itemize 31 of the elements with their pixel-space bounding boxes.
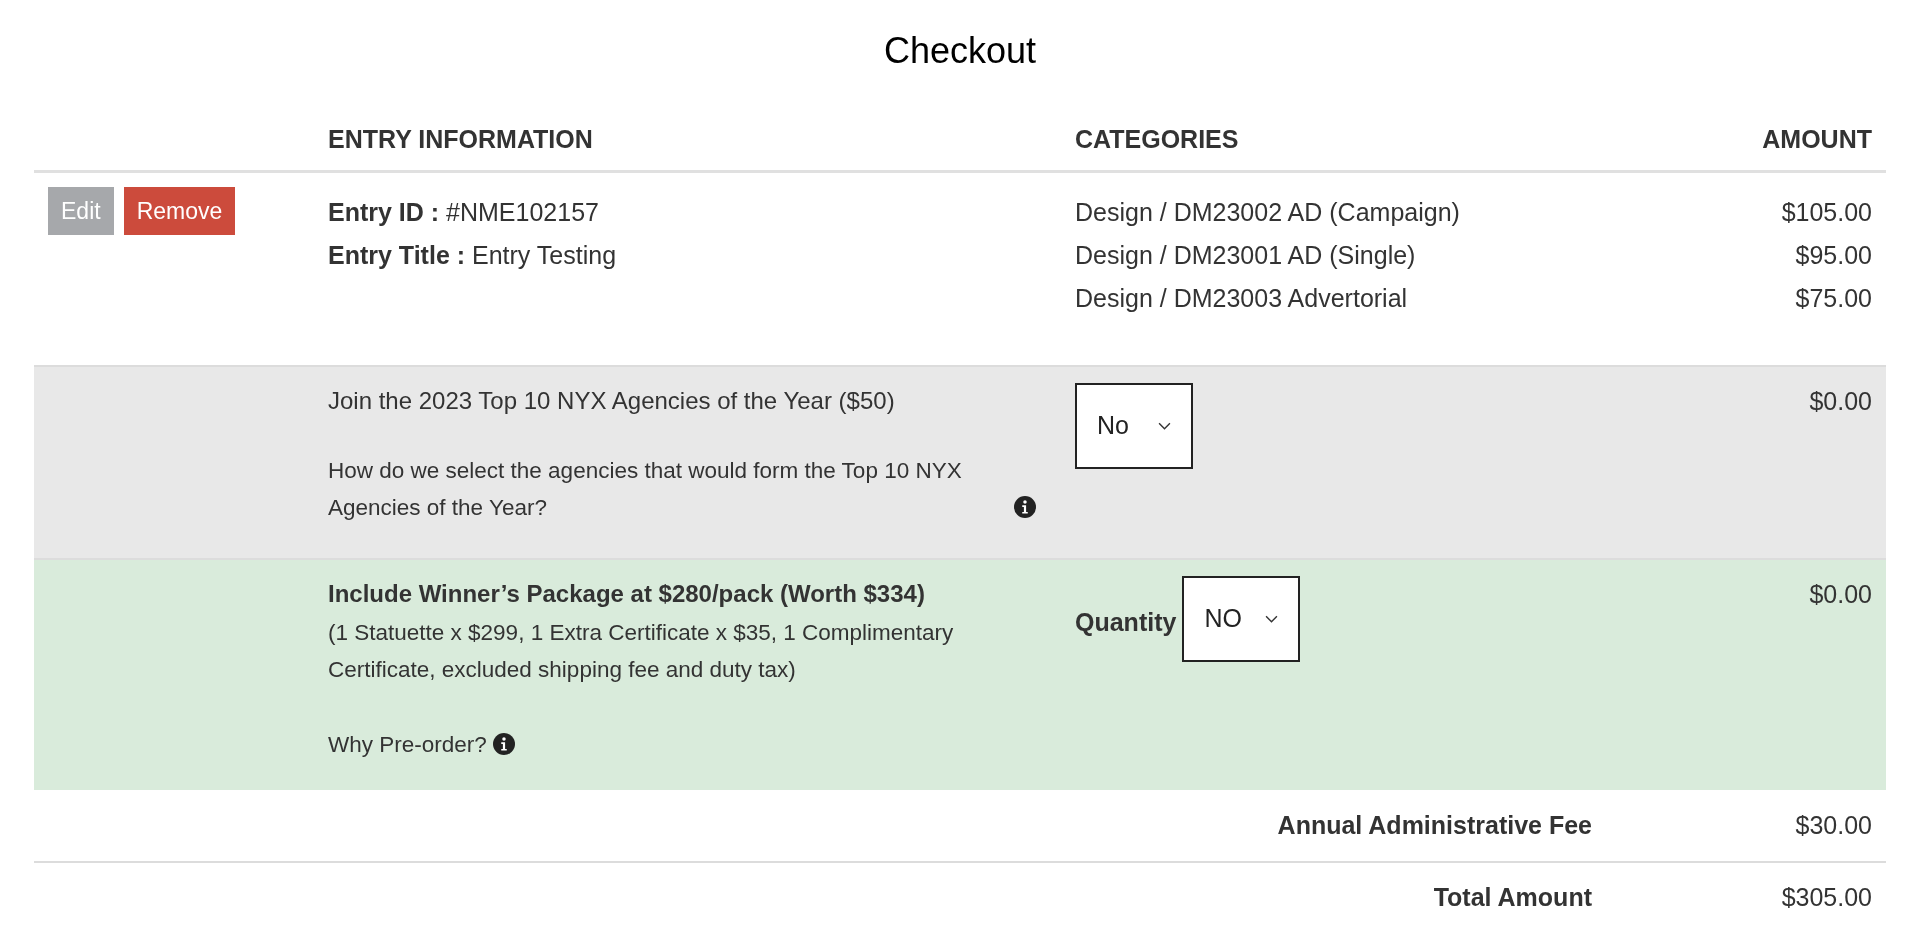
category-amount: $95.00 [1795, 240, 1872, 271]
summary-amount: $30.00 [1794, 809, 1872, 841]
summary-amount: $305.00 [1780, 881, 1872, 913]
info-icon[interactable] [492, 733, 515, 755]
category-amount: $75.00 [1795, 283, 1872, 314]
help-text: Why Pre-order? [328, 731, 487, 759]
dropdown[interactable]: No [1075, 383, 1193, 469]
category-name: Design / DM23003 Advertorial [1075, 283, 1408, 314]
column-header: CATEGORIES [1075, 123, 1240, 155]
amount: $0.00 [1808, 579, 1873, 610]
info-icon[interactable] [1014, 496, 1036, 518]
option-description: (1 Statuette x $299, 1 Extra Certificate x $35, 1 Complimentary Certificate, excluded shipping fee and duty tax) [328, 619, 955, 684]
column-header: AMOUNT [1761, 123, 1873, 155]
category-name: Design / DM23001 AD (Single) [1075, 240, 1416, 271]
option-title: Include Winner’s Package at $280/pack (Worth $334) [328, 579, 926, 609]
dropdown[interactable]: NO [1182, 576, 1301, 662]
amount: $0.00 [1808, 386, 1873, 417]
category-name: Design / DM23002 AD (Campaign) [1075, 197, 1460, 228]
chevron-down-icon [1158, 421, 1171, 431]
column-header: ENTRY INFORMATION [328, 123, 594, 155]
quantity-label: Quantity [1075, 607, 1177, 638]
remove-button[interactable]: Remove [123, 187, 236, 235]
summary-label: Total Amount [1433, 881, 1592, 913]
summary-label: Annual Administrative Fee [1277, 809, 1592, 841]
page-title: Checkout [882, 29, 1038, 73]
entry-field: Entry Title : Entry Testing [328, 234, 1075, 277]
help-text: How do we select the agencies that would form the Top 10 NYX Agencies of the Year? [328, 457, 963, 522]
category-amount: $105.00 [1781, 197, 1872, 228]
chevron-down-icon [1265, 614, 1279, 624]
entry-field: Entry ID : #NME102157 [328, 191, 1075, 234]
option-title: Join the 2023 Top 10 NYX Agencies of the Year ($50) [328, 386, 896, 416]
